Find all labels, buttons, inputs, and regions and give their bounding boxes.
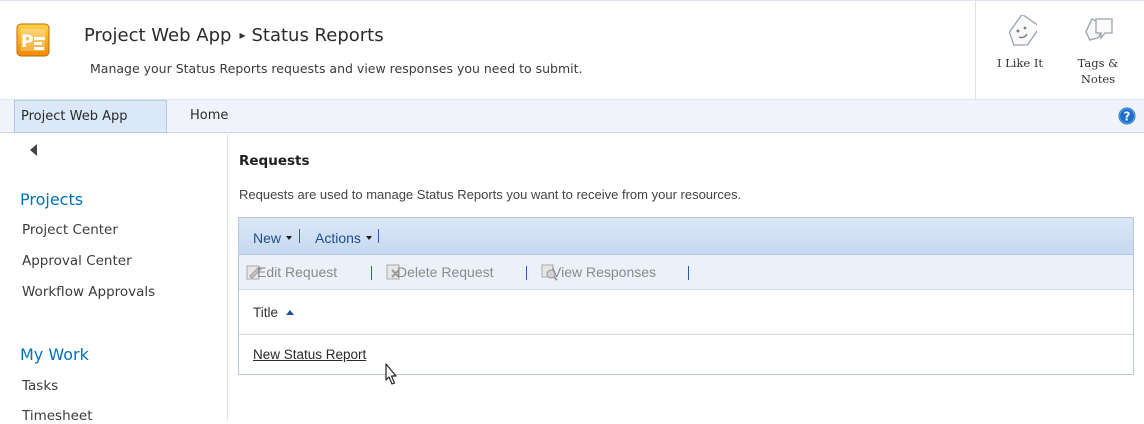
tab-project-web-app[interactable]: Project Web App <box>14 100 167 133</box>
tags-notes-label-line1: Tags & <box>1077 56 1119 70</box>
column-header-title[interactable]: Title <box>253 305 295 320</box>
i-like-it-button[interactable]: I Like It <box>990 15 1050 71</box>
action-toolbar: Edit Request Delete Request View Respons… <box>239 255 1133 290</box>
grid-header-row: Title <box>239 290 1133 335</box>
actions-menu-button[interactable]: Actions <box>315 230 372 246</box>
svg-text:P: P <box>21 32 33 52</box>
edit-request-button[interactable]: Edit Request <box>245 262 337 282</box>
new-menu-label: New <box>253 230 282 246</box>
project-logo-icon: P <box>16 23 50 57</box>
section-title: Requests <box>239 153 310 169</box>
page-title: Status Reports <box>251 25 384 46</box>
breadcrumb-arrow-icon: ▸ <box>239 28 246 42</box>
view-responses-button[interactable]: View Responses <box>540 262 656 282</box>
nav-link-approval-center[interactable]: Approval Center <box>22 253 132 269</box>
action-separator <box>688 266 689 280</box>
delete-request-button[interactable]: Delete Request <box>385 262 494 282</box>
svg-text:?: ? <box>1124 110 1131 124</box>
collapse-left-arrow-icon[interactable] <box>30 144 37 156</box>
nav-link-timesheet[interactable]: Timesheet <box>22 408 93 424</box>
table-row: New Status Report <box>239 336 1133 374</box>
requests-grid: New Actions Edit Request Delete Request <box>238 217 1134 375</box>
request-title-link[interactable]: New Status Report <box>253 347 366 362</box>
list-toolbar: New Actions <box>239 218 1133 255</box>
actions-dropdown-arrow-icon <box>365 236 372 240</box>
new-menu-button[interactable]: New <box>253 230 293 246</box>
edit-request-label: Edit Request <box>257 264 338 280</box>
delete-request-label: Delete Request <box>397 264 494 280</box>
sort-ascending-icon <box>286 310 295 315</box>
nav-heading-projects[interactable]: Projects <box>20 190 83 209</box>
like-tag-icon <box>1008 15 1037 46</box>
tab-home[interactable]: Home <box>184 100 234 133</box>
mouse-pointer-icon <box>385 363 397 385</box>
section-description: Requests are used to manage Status Repor… <box>239 187 742 202</box>
nav-heading-my-work[interactable]: My Work <box>20 345 89 364</box>
tags-notes-label-line2: Notes <box>1080 72 1116 86</box>
quick-launch: Projects Project Center Approval Center … <box>0 134 228 424</box>
toolbar-separator <box>299 229 300 243</box>
breadcrumb-site-link[interactable]: Project Web App <box>84 25 231 46</box>
new-dropdown-arrow-icon <box>286 236 293 240</box>
page-description: Manage your Status Reports requests and … <box>90 61 583 76</box>
view-responses-label: View Responses <box>552 264 657 280</box>
top-navigation-bar: Project Web App Home ? <box>0 99 1144 133</box>
actions-menu-label: Actions <box>315 230 361 246</box>
breadcrumb: Project Web App ▸ Status Reports <box>84 25 384 46</box>
social-buttons: I Like It Tags & Notes <box>975 1 1144 99</box>
action-separator <box>526 266 527 280</box>
toolbar-separator <box>378 229 379 243</box>
title-area: P Project Web App ▸ Status Reports Manage … <box>0 0 1144 99</box>
tags-notes-icon <box>1085 18 1113 41</box>
nav-link-tasks[interactable]: Tasks <box>22 378 58 394</box>
nav-link-project-center[interactable]: Project Center <box>22 222 118 238</box>
column-header-title-label: Title <box>253 305 279 320</box>
help-icon[interactable]: ? <box>1118 107 1136 125</box>
i-like-it-label: I Like It <box>996 56 1044 70</box>
action-separator <box>371 266 372 280</box>
nav-link-workflow-approvals[interactable]: Workflow Approvals <box>22 284 155 300</box>
tags-notes-button[interactable]: Tags & Notes <box>1068 15 1128 87</box>
